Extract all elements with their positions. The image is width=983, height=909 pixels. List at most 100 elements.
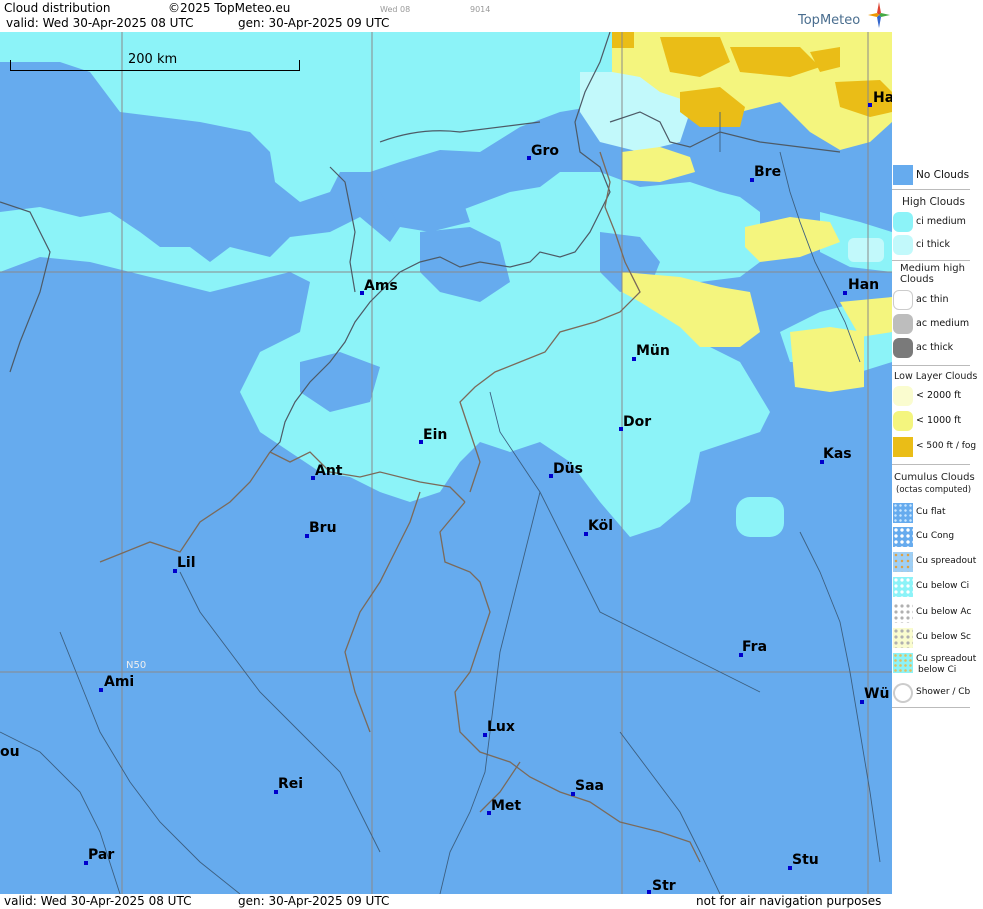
legend-swatch-ac-thin	[893, 290, 913, 310]
city-dot-ha	[868, 103, 872, 107]
header: Cloud distribution ©2025 TopMeteo.eu Wed…	[0, 0, 892, 32]
legend-label-low-1000: < 1000 ft	[916, 415, 962, 426]
compass-icon	[868, 2, 890, 28]
city-label-str[interactable]: Str	[652, 878, 676, 894]
legend-label-cu-below-ci: Cu below Ci	[916, 581, 970, 591]
legend-row-cu-spreadout: Cu spreadout	[892, 551, 983, 573]
legend-row-cu-below-sc: Cu below Sc	[892, 627, 983, 649]
city-label-kol[interactable]: Köl	[588, 518, 613, 534]
city-label-par[interactable]: Par	[88, 847, 114, 863]
legend-row-ac-medium: ac medium	[892, 313, 983, 335]
legend-swatch-shower	[893, 683, 913, 703]
legend-swatch-low-1000	[893, 411, 913, 431]
city-label-gro[interactable]: Gro	[531, 143, 559, 159]
city-label-ein[interactable]: Ein	[423, 427, 447, 443]
legend-section-cumulus: Cumulus Clouds	[894, 472, 975, 483]
legend-label-ac-medium: ac medium	[916, 318, 970, 329]
city-label-ant[interactable]: Ant	[315, 463, 343, 479]
legend-row-cu-below-ci: Cu below Ci	[892, 576, 983, 598]
legend-swatch-cu-spreadout-below-ci	[893, 653, 913, 673]
legend-row-shower: Shower / Cb	[892, 682, 983, 704]
legend-label-ci-medium: ci medium	[916, 216, 966, 227]
legend-row-ci-medium: ci medium	[892, 211, 983, 233]
legend-label-ci-thick: ci thick	[916, 239, 950, 250]
copyright: ©2025 TopMeteo.eu	[168, 1, 291, 15]
city-label-ami[interactable]: Ami	[104, 674, 134, 690]
city-label-kas[interactable]: Kas	[823, 446, 852, 462]
city-label-stu[interactable]: Stu	[792, 852, 819, 868]
legend-row-cu-flat: Cu flat	[892, 502, 983, 524]
legend-row-low-2000: < 2000 ft	[892, 385, 983, 407]
city-label-dor[interactable]: Dor	[623, 414, 651, 430]
map-title: Cloud distribution	[4, 1, 111, 15]
legend-label-cu-flat: Cu flat	[916, 507, 946, 517]
city-label-met[interactable]: Met	[491, 798, 521, 814]
legend-label-no-clouds: No Clouds	[916, 169, 970, 181]
cloud-map[interactable]: 200 km N50 Gro Bre Ha Ams Han Mün Dor Ei…	[0, 32, 892, 894]
legend-row-low-500: < 500 ft / fog	[892, 436, 983, 458]
city-label-rei[interactable]: Rei	[278, 776, 303, 792]
footer-disclaimer: not for air navigation purposes	[696, 894, 882, 908]
legend-row-ac-thin: ac thin	[892, 289, 983, 311]
legend-row-ac-thick: ac thick	[892, 337, 983, 359]
legend-swatch-ac-thick	[893, 338, 913, 358]
generated-time: gen: 30-Apr-2025 09 UTC	[238, 16, 390, 30]
legend-label-cu-spreadout-below-ci-2: below Ci	[918, 665, 957, 675]
map-canvas	[0, 32, 892, 894]
city-label-bre[interactable]: Bre	[754, 164, 781, 180]
city-label-ou[interactable]: ou	[0, 744, 20, 760]
legend-swatch-no-clouds	[893, 165, 913, 185]
legend-swatch-cu-cong	[893, 527, 913, 547]
legend-divider	[892, 365, 970, 366]
legend-swatch-ci-thick	[893, 235, 913, 255]
legend-swatch-ci-medium	[893, 212, 913, 232]
footer: valid: Wed 30-Apr-2025 08 UTC gen: 30-Ap…	[0, 894, 892, 909]
legend-divider	[892, 260, 970, 261]
city-dot-ami	[99, 688, 103, 692]
scale-label: 200 km	[128, 52, 178, 67]
legend-row-cu-below-ac: Cu below Ac	[892, 602, 983, 624]
legend-divider	[892, 464, 970, 465]
legend-section-high: High Clouds	[902, 196, 965, 208]
valid-time: valid: Wed 30-Apr-2025 08 UTC	[6, 16, 194, 30]
legend-cumulus-sub: (octas computed)	[896, 485, 972, 495]
legend-swatch-cu-below-ci	[893, 577, 913, 597]
city-label-bru[interactable]: Bru	[309, 520, 337, 536]
legend-label-cu-cong: Cu Cong	[916, 531, 955, 541]
legend-row-ci-thick: ci thick	[892, 234, 983, 256]
legend-row-cu-spreadout-below-ci: Cu spreadout below Ci	[892, 652, 983, 678]
legend-divider	[892, 707, 970, 708]
legend-panel: No Clouds High Clouds ci medium ci thick…	[892, 32, 983, 909]
legend-swatch-cu-flat	[893, 503, 913, 523]
legend-swatch-low-2000	[893, 386, 913, 406]
city-label-ha[interactable]: Ha	[873, 90, 892, 106]
city-label-lil[interactable]: Lil	[177, 555, 196, 571]
city-label-saa[interactable]: Saa	[575, 778, 604, 794]
small-code-label: 9014	[470, 5, 491, 14]
legend-swatch-cu-below-ac	[893, 603, 913, 623]
city-label-han[interactable]: Han	[848, 277, 879, 293]
legend-swatch-low-500	[893, 437, 913, 457]
legend-row-cu-cong: Cu Cong	[892, 526, 983, 548]
city-label-dus[interactable]: Düs	[553, 461, 583, 477]
legend-swatch-cu-below-sc	[893, 628, 913, 648]
footer-valid-time: valid: Wed 30-Apr-2025 08 UTC	[4, 894, 192, 908]
city-label-lux[interactable]: Lux	[487, 719, 515, 735]
legend-label-low-2000: < 2000 ft	[916, 390, 962, 401]
legend-section-medium: Medium high Clouds	[900, 263, 965, 285]
legend-label-cu-spreadout-below-ci-1: Cu spreadout	[916, 654, 977, 664]
legend-label-cu-below-ac: Cu below Ac	[916, 607, 972, 617]
legend-label-cu-spreadout: Cu spreadout	[916, 556, 977, 566]
city-label-ams[interactable]: Ams	[364, 278, 398, 294]
city-label-wu[interactable]: Wü	[864, 686, 889, 702]
legend-label-ac-thick: ac thick	[916, 342, 954, 353]
legend-row-low-1000: < 1000 ft	[892, 410, 983, 432]
legend-row-no-clouds: No Clouds	[892, 164, 983, 186]
legend-divider	[892, 189, 970, 190]
city-label-fra[interactable]: Fra	[742, 639, 767, 655]
legend-label-cu-below-sc: Cu below Sc	[916, 632, 971, 642]
legend-label-shower: Shower / Cb	[916, 687, 971, 697]
city-dot-han	[843, 291, 847, 295]
legend-swatch-ac-medium	[893, 314, 913, 334]
city-label-mun[interactable]: Mün	[636, 343, 670, 359]
